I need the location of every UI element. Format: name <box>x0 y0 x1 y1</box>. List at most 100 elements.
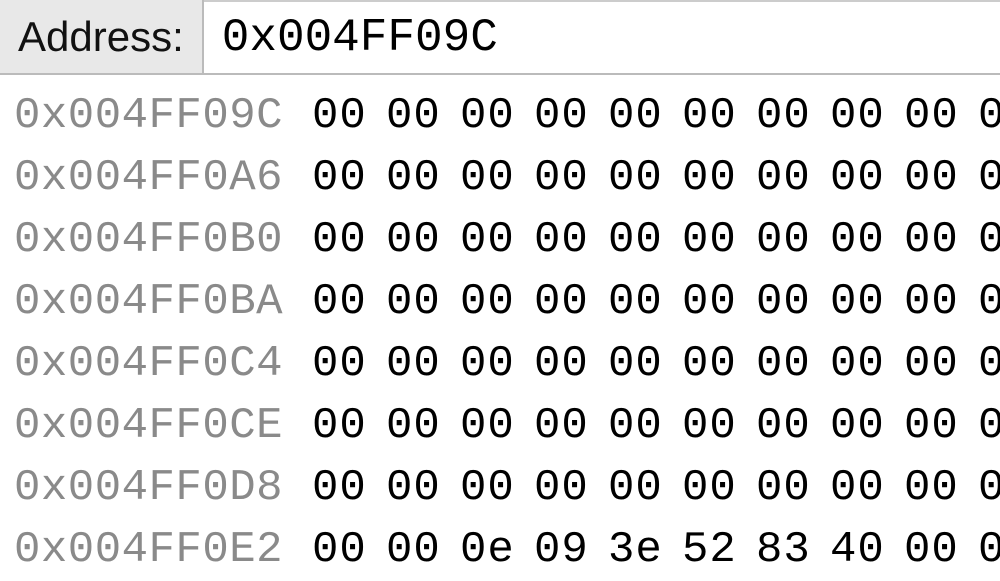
memory-byte[interactable]: 00 <box>756 147 802 209</box>
memory-byte[interactable]: 00 <box>756 85 802 147</box>
memory-byte[interactable]: 00 <box>386 333 432 395</box>
memory-byte[interactable]: 00 <box>904 519 950 581</box>
memory-byte[interactable]: 00 <box>904 457 950 519</box>
memory-byte[interactable]: 00 <box>460 209 506 271</box>
memory-byte[interactable]: 00 <box>978 147 1000 209</box>
memory-byte[interactable]: 00 <box>830 395 876 457</box>
memory-byte[interactable]: 00 <box>682 457 728 519</box>
memory-byte[interactable]: 00 <box>534 395 580 457</box>
memory-byte[interactable]: 00 <box>460 85 506 147</box>
memory-byte[interactable]: 00 <box>386 85 432 147</box>
memory-byte[interactable]: 00 <box>682 147 728 209</box>
memory-byte[interactable]: 00 <box>312 147 358 209</box>
memory-byte[interactable]: 00 <box>460 457 506 519</box>
memory-byte[interactable]: 00 <box>682 271 728 333</box>
memory-byte[interactable]: 00 <box>608 209 654 271</box>
memory-byte[interactable]: 00 <box>830 271 876 333</box>
memory-byte[interactable]: 0e <box>460 519 506 581</box>
memory-byte[interactable]: 00 <box>460 395 506 457</box>
memory-address: 0x004FF0CE <box>14 395 294 457</box>
memory-byte[interactable]: 00 <box>756 271 802 333</box>
memory-byte[interactable]: 00 <box>756 395 802 457</box>
memory-byte[interactable]: 00 <box>978 333 1000 395</box>
memory-byte[interactable]: 3e <box>608 519 654 581</box>
memory-bytes: 00 00 0e 09 3e 52 83 40 00 01 <box>312 519 1000 581</box>
memory-byte[interactable]: 00 <box>312 457 358 519</box>
memory-byte[interactable]: 00 <box>756 333 802 395</box>
memory-byte[interactable]: 00 <box>830 209 876 271</box>
memory-bytes: 00 00 00 00 00 00 00 00 00 00 <box>312 333 1000 395</box>
memory-bytes: 00 00 00 00 00 00 00 00 00 00 <box>312 457 1000 519</box>
memory-byte[interactable]: 00 <box>312 333 358 395</box>
memory-byte[interactable]: 00 <box>830 457 876 519</box>
memory-row[interactable]: 0x004FF0CE00000000000000000000 <box>14 395 986 457</box>
memory-row[interactable]: 0x004FF0D800000000000000000000 <box>14 457 986 519</box>
memory-byte[interactable]: 00 <box>608 395 654 457</box>
memory-row[interactable]: 0x004FF0A600000000000000000000 <box>14 147 986 209</box>
memory-byte[interactable]: 00 <box>534 147 580 209</box>
memory-byte[interactable]: 00 <box>904 395 950 457</box>
memory-byte[interactable]: 00 <box>386 519 432 581</box>
memory-address: 0x004FF09C <box>14 85 294 147</box>
memory-bytes: 00 00 00 00 00 00 00 00 00 00 <box>312 395 1000 457</box>
memory-byte[interactable]: 00 <box>830 147 876 209</box>
memory-byte[interactable]: 00 <box>460 147 506 209</box>
memory-byte[interactable]: 00 <box>682 209 728 271</box>
memory-bytes: 00 00 00 00 00 00 00 00 00 00 <box>312 85 1000 147</box>
memory-byte[interactable]: 00 <box>978 395 1000 457</box>
memory-byte[interactable]: 00 <box>904 333 950 395</box>
memory-byte[interactable]: 00 <box>904 85 950 147</box>
memory-address: 0x004FF0E2 <box>14 519 294 581</box>
memory-byte[interactable]: 00 <box>460 333 506 395</box>
memory-byte[interactable]: 00 <box>608 85 654 147</box>
memory-byte[interactable]: 00 <box>534 85 580 147</box>
memory-address: 0x004FF0C4 <box>14 333 294 395</box>
address-input[interactable] <box>204 0 1000 73</box>
memory-byte[interactable]: 00 <box>312 519 358 581</box>
memory-byte[interactable]: 00 <box>756 209 802 271</box>
memory-byte[interactable]: 40 <box>830 519 876 581</box>
memory-row[interactable]: 0x004FF0B000000000000000000000 <box>14 209 986 271</box>
memory-byte[interactable]: 00 <box>534 457 580 519</box>
memory-row[interactable]: 0x004FF0BA00000000000000000000 <box>14 271 986 333</box>
memory-row[interactable]: 0x004FF0E200000e093e5283400001 <box>14 519 986 581</box>
memory-byte[interactable]: 00 <box>608 333 654 395</box>
memory-byte[interactable]: 00 <box>682 85 728 147</box>
memory-byte[interactable]: 00 <box>608 147 654 209</box>
memory-byte[interactable]: 00 <box>978 85 1000 147</box>
address-label: Address: <box>0 0 204 73</box>
memory-byte[interactable]: 00 <box>682 395 728 457</box>
memory-byte[interactable]: 09 <box>534 519 580 581</box>
memory-byte[interactable]: 00 <box>534 333 580 395</box>
memory-byte[interactable]: 00 <box>682 333 728 395</box>
memory-byte[interactable]: 00 <box>312 209 358 271</box>
memory-byte[interactable]: 00 <box>904 209 950 271</box>
memory-byte[interactable]: 00 <box>978 209 1000 271</box>
memory-byte[interactable]: 00 <box>608 271 654 333</box>
memory-bytes: 00 00 00 00 00 00 00 00 00 00 <box>312 209 1000 271</box>
memory-byte[interactable]: 01 <box>978 519 1000 581</box>
memory-row[interactable]: 0x004FF09C00000000000000000000 <box>14 85 986 147</box>
memory-byte[interactable]: 00 <box>386 395 432 457</box>
memory-byte[interactable]: 00 <box>978 457 1000 519</box>
memory-byte[interactable]: 00 <box>312 85 358 147</box>
memory-row[interactable]: 0x004FF0C400000000000000000000 <box>14 333 986 395</box>
memory-byte[interactable]: 00 <box>608 457 654 519</box>
memory-byte[interactable]: 00 <box>904 147 950 209</box>
memory-byte[interactable]: 00 <box>904 271 950 333</box>
memory-byte[interactable]: 00 <box>386 209 432 271</box>
memory-byte[interactable]: 00 <box>386 271 432 333</box>
memory-byte[interactable]: 00 <box>534 271 580 333</box>
memory-byte[interactable]: 00 <box>830 85 876 147</box>
memory-byte[interactable]: 52 <box>682 519 728 581</box>
memory-byte[interactable]: 00 <box>386 147 432 209</box>
memory-byte[interactable]: 00 <box>756 457 802 519</box>
memory-byte[interactable]: 83 <box>756 519 802 581</box>
memory-byte[interactable]: 00 <box>534 209 580 271</box>
memory-byte[interactable]: 00 <box>978 271 1000 333</box>
memory-byte[interactable]: 00 <box>830 333 876 395</box>
memory-byte[interactable]: 00 <box>460 271 506 333</box>
memory-byte[interactable]: 00 <box>312 395 358 457</box>
memory-byte[interactable]: 00 <box>312 271 358 333</box>
memory-byte[interactable]: 00 <box>386 457 432 519</box>
